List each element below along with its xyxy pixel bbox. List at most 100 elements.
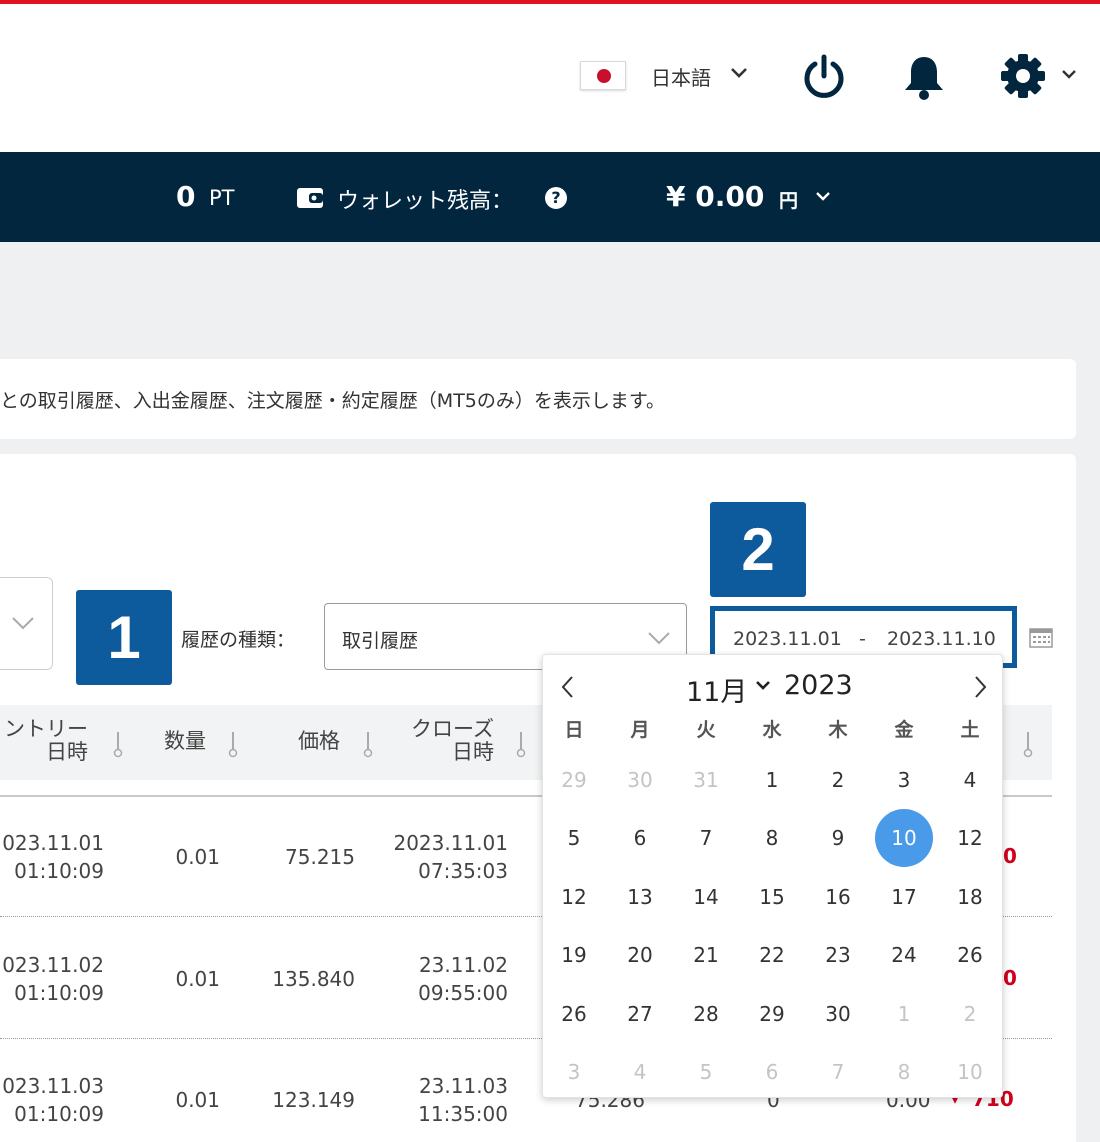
calendar-day[interactable]: 19 <box>545 926 603 984</box>
calendar-day[interactable]: 13 <box>611 868 669 926</box>
flag-japan-icon[interactable] <box>580 61 626 90</box>
calendar-day[interactable]: 23 <box>809 926 867 984</box>
table-cell-entry: 023.11.01 01:10:09 <box>0 829 104 885</box>
column-header-close-date[interactable]: クローズ 日時 <box>390 718 494 764</box>
calendar-day[interactable]: 26 <box>545 985 603 1043</box>
weekday-header: 土 <box>960 719 980 741</box>
chevron-down-icon[interactable] <box>1061 68 1077 82</box>
calendar-day[interactable]: 4 <box>941 751 999 809</box>
points-unit: PT <box>209 186 235 210</box>
calendar-day[interactable]: 7 <box>677 809 735 867</box>
chevron-down-icon[interactable] <box>755 680 771 692</box>
calendar-day[interactable]: 8 <box>743 809 801 867</box>
calendar-month-select[interactable]: 11月 <box>686 670 747 709</box>
weekday-header: 火 <box>696 719 716 741</box>
column-header-price[interactable]: 価格 <box>280 730 340 753</box>
calendar-day[interactable]: 30 <box>809 985 867 1043</box>
cell-line: 01:10:09 <box>14 859 104 883</box>
help-icon[interactable]: ? <box>545 187 567 209</box>
calendar-day[interactable]: 22 <box>743 926 801 984</box>
bell-icon[interactable] <box>902 54 946 100</box>
cell-line: 023.11.01 <box>2 831 104 855</box>
date-to: 2023.11.10 <box>887 628 996 650</box>
calendar-day[interactable]: 15 <box>743 868 801 926</box>
power-icon[interactable] <box>801 54 847 100</box>
calendar-day[interactable]: 30 <box>611 751 669 809</box>
calendar-day[interactable]: 20 <box>611 926 669 984</box>
weekday-header: 日 <box>564 719 584 741</box>
sort-icon[interactable] <box>1022 730 1034 758</box>
table-cell-close: 23.11.03 11:35:00 <box>380 1072 508 1128</box>
sort-icon[interactable] <box>362 730 374 758</box>
calendar-day[interactable]: 12 <box>941 809 999 867</box>
history-type-label: 履歴の種類： <box>181 629 296 651</box>
date-from: 2023.11.01 <box>733 628 842 650</box>
calendar-day[interactable]: 8 <box>875 1043 933 1101</box>
calendar-day[interactable]: 29 <box>743 985 801 1043</box>
column-header-qty[interactable]: 数量 <box>150 730 206 753</box>
chevron-left-icon[interactable] <box>560 675 576 699</box>
calendar-day[interactable]: 2 <box>809 751 867 809</box>
calendar-day[interactable]: 27 <box>611 985 669 1043</box>
calendar-icon[interactable] <box>1029 626 1053 648</box>
weekday-header: 金 <box>894 719 914 741</box>
table-cell-entry: 023.11.03 01:10:09 <box>0 1072 104 1128</box>
table-cell-qty: 0.01 <box>175 845 220 869</box>
calendar-day[interactable]: 26 <box>941 926 999 984</box>
chevron-down-icon <box>648 632 670 645</box>
calendar-day[interactable]: 14 <box>677 868 735 926</box>
step-badge-1: 1 <box>76 590 172 685</box>
info-description: との取引履歴、入出金履歴、注文履歴・約定履歴（MT5のみ）を表示します。 <box>0 390 665 412</box>
table-cell-price: 135.840 <box>272 967 355 991</box>
calendar-day[interactable]: 9 <box>809 809 867 867</box>
calendar-day[interactable]: 2 <box>941 985 999 1043</box>
cell-line: 07:35:03 <box>418 859 508 883</box>
wallet-balance-value: ¥ 0.00 <box>666 180 765 213</box>
calendar-day[interactable]: 5 <box>545 809 603 867</box>
calendar-day[interactable]: 10 <box>941 1043 999 1101</box>
calendar-day[interactable]: 28 <box>677 985 735 1043</box>
table-cell-close: 23.11.02 09:55:00 <box>380 951 508 1007</box>
calendar-day[interactable]: 3 <box>875 751 933 809</box>
wallet-icon <box>297 188 323 208</box>
calendar-day[interactable]: 4 <box>611 1043 669 1101</box>
chevron-right-icon[interactable] <box>972 675 988 699</box>
chevron-down-icon[interactable] <box>730 66 748 80</box>
sort-icon[interactable] <box>515 730 527 758</box>
date-separator: - <box>859 628 866 650</box>
chevron-down-icon[interactable] <box>815 191 831 203</box>
calendar-day[interactable]: 1 <box>743 751 801 809</box>
weekday-header: 水 <box>762 719 782 741</box>
sort-icon[interactable] <box>227 730 239 758</box>
calendar-day[interactable]: 3 <box>545 1043 603 1101</box>
calendar-day[interactable]: 1 <box>875 985 933 1043</box>
weekday-header: 月 <box>630 719 650 741</box>
calendar-day[interactable]: 29 <box>545 751 603 809</box>
calendar-day[interactable]: 17 <box>875 868 933 926</box>
calendar-year[interactable]: 2023 <box>784 670 853 701</box>
wallet-balance-label: ウォレット残高： <box>337 189 514 214</box>
calendar-day[interactable]: 16 <box>809 868 867 926</box>
table-cell-pl: 0 <box>1003 966 1017 990</box>
weekday-header: 木 <box>828 719 848 741</box>
account-select[interactable] <box>0 577 53 670</box>
sort-icon[interactable] <box>112 730 124 758</box>
calendar-day[interactable]: 24 <box>875 926 933 984</box>
language-selector[interactable]: 日本語 <box>651 62 711 91</box>
gear-icon[interactable] <box>999 52 1047 100</box>
calendar-day[interactable]: 21 <box>677 926 735 984</box>
calendar-day[interactable]: 18 <box>941 868 999 926</box>
table-cell-pl: 0 <box>1003 844 1017 868</box>
calendar-day-selected[interactable]: 10 <box>875 809 933 867</box>
column-header-entry-date[interactable]: ントリー 日時 <box>0 718 88 764</box>
calendar-day[interactable]: 7 <box>809 1043 867 1101</box>
calendar-day[interactable]: 31 <box>677 751 735 809</box>
calendar-day[interactable]: 6 <box>611 809 669 867</box>
calendar-day[interactable]: 6 <box>743 1043 801 1101</box>
cell-line: 01:10:09 <box>14 1102 104 1126</box>
calendar-day[interactable]: 12 <box>545 868 603 926</box>
cell-line: 01:10:09 <box>14 981 104 1005</box>
calendar-day[interactable]: 5 <box>677 1043 735 1101</box>
table-cell-price: 123.149 <box>272 1088 355 1112</box>
currency-selector[interactable]: 円 <box>779 186 798 213</box>
